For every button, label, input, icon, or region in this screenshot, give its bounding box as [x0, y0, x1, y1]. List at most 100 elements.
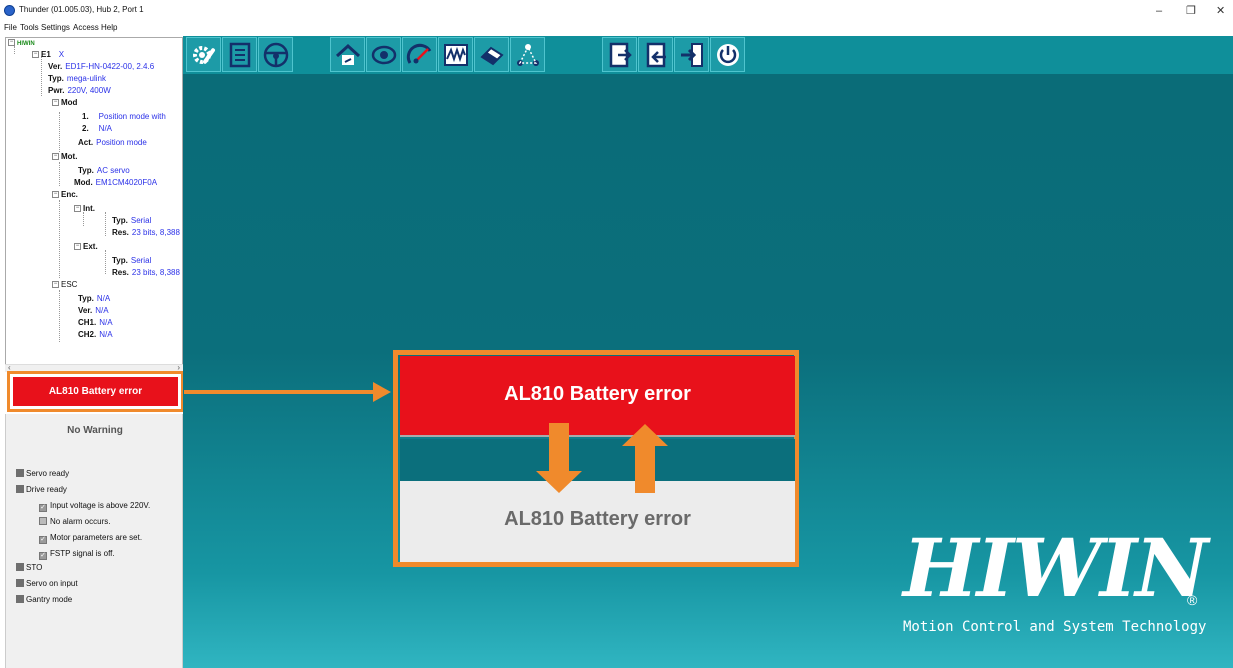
window-title: Thunder (01.005.03), Hub 2, Port 1 [19, 5, 144, 14]
device-tree[interactable]: − HIWIN − E1 X Ver. ED1F-HN-0422-00, 2.4.6 T… [5, 37, 183, 369]
tree-root[interactable]: − HIWIN [8, 38, 35, 49]
status-servo-ready: Servo ready [16, 469, 69, 478]
collapse-icon[interactable]: − [32, 51, 39, 59]
tree-esc-ch1: CH1. N/A [78, 318, 113, 327]
home-button[interactable] [330, 37, 365, 72]
callout-alarm-active-text: AL810 Battery error [504, 383, 691, 405]
menu-file[interactable]: File [4, 23, 17, 32]
close-button[interactable]: ✕ [1216, 6, 1225, 17]
configuration-icon [193, 46, 216, 64]
menu-access[interactable]: Access [73, 23, 99, 32]
callout-alarm-inactive: AL810 Battery error [400, 481, 795, 562]
collapse-icon[interactable]: − [74, 243, 81, 251]
power-icon [717, 44, 739, 66]
menu-tools[interactable]: Tools [20, 23, 39, 32]
restore-button[interactable]: ❐ [1186, 6, 1196, 17]
collapse-icon[interactable]: − [52, 281, 59, 289]
warning-status: No Warning [67, 425, 123, 436]
app-window: Thunder (01.005.03), Hub 2, Port 1 – ❐ ✕… [0, 0, 1233, 668]
indicator-icon [16, 579, 24, 587]
minimize-button[interactable]: – [1156, 6, 1162, 17]
tree-esc-ver: Ver. N/A [78, 306, 109, 315]
tree-mot-typ: Typ. AC servo [78, 166, 130, 175]
tree-pwr: Pwr. 220V, 400W [48, 86, 111, 95]
configuration-button[interactable] [186, 37, 221, 72]
collapse-icon[interactable]: − [8, 39, 15, 47]
monitor-button[interactable] [366, 37, 401, 72]
tree-enc-int[interactable]: − Int. [74, 204, 95, 214]
collapse-icon[interactable]: − [52, 99, 59, 107]
registered-mark: ® [1187, 592, 1198, 608]
scope-button[interactable] [438, 37, 473, 72]
callout-alarm-inactive-text: AL810 Battery error [504, 508, 691, 530]
status-gantry-mode: Gantry mode [16, 595, 72, 604]
brand-tagline: Motion Control and System Technology [903, 619, 1207, 635]
enter-icon [681, 43, 703, 67]
gauge-icon [406, 43, 432, 64]
indicator-icon [16, 469, 24, 477]
power-button[interactable] [710, 37, 745, 72]
tree-mot[interactable]: − Mot. [52, 152, 77, 162]
tree-enc-ext[interactable]: − Ext. [74, 242, 98, 252]
tree-mod-1: 1. Position mode with [82, 112, 166, 121]
tree-ver: Ver. ED1F-HN-0422-00, 2.4.6 [48, 62, 155, 71]
status-panel: No Warning Servo ready Drive ready ✓ Inpu… [5, 414, 183, 668]
operation-button[interactable] [258, 37, 293, 72]
status-drive-ready: Drive ready [16, 485, 67, 494]
alarm-status-box: AL810 Battery error [13, 377, 178, 406]
export-button[interactable] [602, 37, 637, 72]
condition-fstp: ✓ FSTP signal is off. [39, 549, 115, 560]
menu-settings[interactable]: Settings [41, 23, 70, 32]
network-button[interactable] [510, 37, 545, 72]
steering-wheel-icon [263, 42, 289, 68]
indicator-icon [16, 595, 24, 603]
indicator-icon [16, 485, 24, 493]
tree-enc-ext-typ: Typ. Serial [112, 256, 152, 265]
parameters-button[interactable] [222, 37, 257, 72]
callout-alarm-active: AL810 Battery error [400, 356, 795, 437]
tree-enc-int-typ: Typ. Serial [112, 216, 152, 225]
status-servo-on-input: Servo on input [16, 579, 78, 588]
tree-axis[interactable]: − E1 X [32, 50, 64, 60]
collapse-icon[interactable]: − [74, 205, 81, 213]
app-logo-icon [4, 5, 15, 16]
checkmark-icon: ✓ [39, 504, 47, 512]
callout-separator [400, 439, 795, 481]
tree-mot-mod: Mod. EM1CM4020F0A [74, 178, 158, 187]
title-bar: Thunder (01.005.03), Hub 2, Port 1 – ❐ ✕ [0, 0, 1233, 22]
checkmark-icon: ✓ [39, 536, 47, 544]
status-sto: STO [16, 563, 42, 572]
waveform-icon [444, 44, 468, 66]
tree-esc-ch2: CH2. N/A [78, 330, 113, 339]
performance-button[interactable] [402, 37, 437, 72]
tree-esc[interactable]: − ESC [52, 280, 77, 290]
tree-mod-act: Act. Position mode [78, 138, 147, 147]
erase-button[interactable] [474, 37, 509, 72]
tree-esc-typ: Typ. N/A [78, 294, 111, 303]
export-icon [609, 42, 632, 68]
condition-voltage: ✓ Input voltage is above 220V. [39, 501, 151, 512]
import-button[interactable] [638, 37, 673, 72]
tree-enc[interactable]: − Enc. [52, 190, 78, 200]
network-icon [517, 44, 539, 66]
document-list-icon [229, 42, 251, 68]
tree-enc-int-res: Res. 23 bits, 8,388 [112, 228, 180, 237]
import-icon [646, 42, 666, 68]
home-icon [335, 43, 361, 65]
eraser-icon [480, 46, 504, 66]
condition-no-alarm: No alarm occurs. [39, 517, 110, 526]
tree-enc-ext-res: Res. 23 bits, 8,388 [112, 268, 180, 277]
collapse-icon[interactable]: − [52, 191, 59, 199]
enter-button[interactable] [674, 37, 709, 72]
alarm-text: AL810 Battery error [48, 386, 143, 397]
tree-typ: Typ. mega-ulink [48, 74, 106, 83]
condition-motor-params: ✓ Motor parameters are set. [39, 533, 143, 544]
brand-logo: HIWIN [903, 521, 1208, 615]
collapse-icon[interactable]: − [52, 153, 59, 161]
tree-mod[interactable]: − Mod [52, 98, 77, 108]
checkbox-icon [39, 517, 47, 525]
menu-help[interactable]: Help [101, 23, 117, 32]
indicator-icon [16, 563, 24, 571]
tree-mod-2: 2. N/A [82, 124, 113, 133]
checkmark-icon: ✓ [39, 552, 47, 560]
